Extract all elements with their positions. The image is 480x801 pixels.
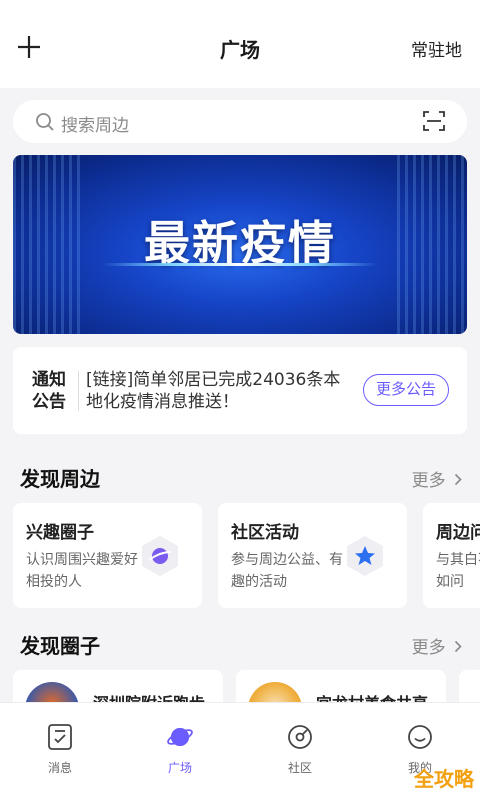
- notice-tag-line: 公告: [32, 392, 66, 412]
- tab-community[interactable]: 社区: [260, 723, 340, 776]
- card-community-activity[interactable]: 社区活动 参与周边公益、有趣的活动: [218, 503, 407, 608]
- scan-icon[interactable]: [423, 110, 445, 132]
- notice-tag: 通知 公告: [32, 369, 72, 413]
- page-title: 广场: [220, 38, 260, 62]
- star-icon: [347, 536, 383, 576]
- resident-location-button[interactable]: 常驻地: [411, 36, 462, 61]
- divider: [78, 371, 79, 411]
- more-notices-button[interactable]: 更多公告: [363, 374, 449, 406]
- notice-tag-line: 通知: [32, 370, 66, 390]
- smile-icon: [408, 725, 432, 749]
- discover-nearby-more-link[interactable]: 更多: [412, 466, 462, 491]
- notice-card: 通知 公告 [链接]简单邻居已完成24036条本地化疫情消息推送！ 更多公告: [13, 347, 467, 434]
- search-input[interactable]: 搜索周边: [61, 111, 129, 136]
- tab-label: 社区: [287, 761, 312, 775]
- discover-circles-more-link[interactable]: 更多: [412, 633, 462, 658]
- planet-icon: [142, 536, 178, 576]
- notice-message[interactable]: [链接]简单邻居已完成24036条本地化疫情消息推送！: [86, 369, 356, 413]
- community-icon: [288, 725, 312, 749]
- chevron-right-icon: [454, 640, 462, 653]
- section-title-discover-nearby: 发现周边: [20, 467, 100, 491]
- more-label: 更多: [411, 471, 446, 491]
- card-title: 社区活动: [231, 523, 299, 543]
- card-description: 与其白不如问: [436, 552, 480, 590]
- tab-square[interactable]: 广场: [140, 723, 220, 776]
- card-interest-circle[interactable]: 兴趣圈子 认识周围兴趣爱好相投的人: [13, 503, 202, 608]
- watermark: 全攻略: [414, 767, 474, 791]
- tab-label: 消息: [47, 761, 72, 775]
- search-icon: [36, 113, 54, 131]
- top-bar: 广场 常驻地: [0, 0, 480, 88]
- tab-messages[interactable]: 消息: [20, 723, 100, 776]
- tab-label: 广场: [167, 761, 192, 775]
- more-label: 更多: [411, 638, 446, 658]
- card-description: 参与周边公益、有趣的活动: [231, 552, 343, 590]
- epidemic-banner[interactable]: 最新疫情: [13, 155, 467, 334]
- search-bar[interactable]: 搜索周边: [13, 100, 467, 143]
- card-title: 周边问: [436, 523, 480, 543]
- chevron-right-icon: [454, 473, 462, 486]
- bottom-tab-bar: 消息 广场 社区 我的: [0, 702, 480, 801]
- card-title: 兴趣圈子: [26, 523, 94, 543]
- planet-icon: [167, 728, 193, 746]
- banner-glow-line: [103, 263, 377, 266]
- section-title-discover-circles: 发现圈子: [20, 634, 100, 658]
- card-description: 认识周围兴趣爱好相投的人: [26, 552, 138, 590]
- card-nearby-question[interactable]: 周边问 与其白不如问: [423, 503, 480, 608]
- message-icon: [48, 724, 72, 750]
